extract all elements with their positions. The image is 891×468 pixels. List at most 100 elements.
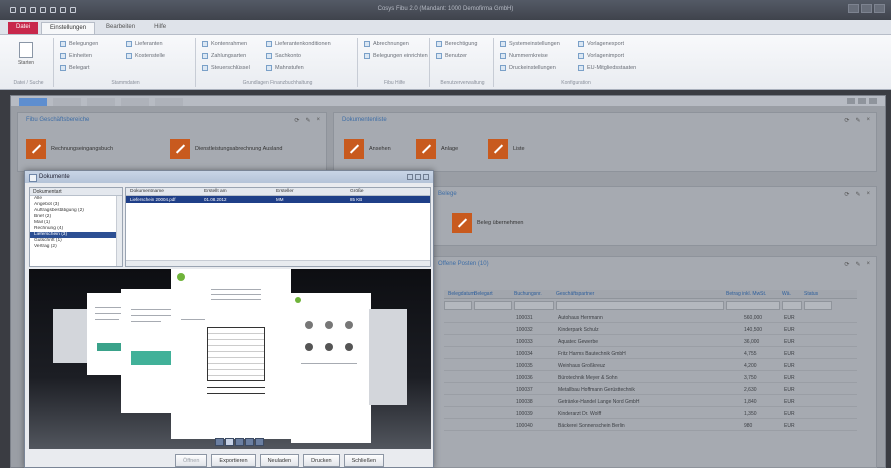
col-header[interactable]: Wä. xyxy=(782,291,791,297)
ribbon-item[interactable]: Mahnstufen xyxy=(266,65,304,71)
close-icon[interactable]: × xyxy=(866,117,870,124)
col-header[interactable]: Belegart xyxy=(474,291,493,297)
pin-icon[interactable]: ✎ xyxy=(855,191,860,198)
col-header[interactable]: Betrag inkl. MwSt. xyxy=(726,291,766,297)
ribbon-item[interactable]: EU-Mitgliedsstaaten xyxy=(578,65,636,71)
ribbon-item[interactable]: Belegart xyxy=(60,65,90,71)
ribbon-item[interactable]: Steuerschlüssel xyxy=(202,65,250,71)
preview-page[interactable] xyxy=(369,309,407,405)
filter-input[interactable] xyxy=(474,301,512,310)
ribbon-item[interactable]: Einheiten xyxy=(60,53,92,59)
pager-page[interactable] xyxy=(245,438,254,446)
close-window-button[interactable] xyxy=(874,4,885,13)
col-header[interactable]: Dokumentname xyxy=(130,189,164,194)
list-scrollbar[interactable] xyxy=(126,260,430,266)
dialog-maximize-button[interactable] xyxy=(415,174,421,180)
refresh-icon[interactable]: ⟳ xyxy=(844,191,849,198)
doc-tab[interactable] xyxy=(121,98,149,106)
refresh-icon[interactable]: ⟳ xyxy=(294,117,299,124)
col-header[interactable]: Buchungsnr. xyxy=(514,291,542,297)
col-header[interactable]: Geschäftspartner xyxy=(556,291,594,297)
ws-close-button[interactable] xyxy=(869,98,877,104)
col-header[interactable]: Erstellt am xyxy=(204,189,227,194)
ribbon-item[interactable]: Vorlagenimport xyxy=(578,53,624,59)
tile-view[interactable]: Ansehen xyxy=(344,139,391,159)
ribbon-item[interactable]: Berechtigung xyxy=(436,41,477,47)
filter-input[interactable] xyxy=(804,301,832,310)
close-icon[interactable]: × xyxy=(866,261,870,268)
table-row[interactable]: 100036 Bürotechnik Meyer & Sohn 3,750 EUR xyxy=(444,372,857,383)
tab-settings[interactable]: Einstellungen xyxy=(41,22,96,34)
col-header[interactable]: Status xyxy=(804,291,818,297)
tile-service-billing[interactable]: Dienstleistungsabrechnung Ausland xyxy=(170,139,282,159)
table-row[interactable]: 100037 Metallbau Hoffmann Gerüsttechnik 2,… xyxy=(444,384,857,395)
doc-tab[interactable] xyxy=(53,98,81,106)
table-row[interactable]: 100033 Aquatec Gewerbe 36,000 EUR xyxy=(444,336,857,347)
pin-icon[interactable]: ✎ xyxy=(855,261,860,268)
doc-tab[interactable] xyxy=(155,98,183,106)
ribbon-item[interactable]: Benutzer xyxy=(436,53,467,59)
col-header[interactable]: Belegdatum xyxy=(448,291,475,297)
filter-input[interactable] xyxy=(782,301,802,310)
dialog-close-button[interactable] xyxy=(423,174,429,180)
ribbon-item[interactable]: Zahlungsarten xyxy=(202,53,246,59)
ribbon-item[interactable]: Systemeinstellungen xyxy=(500,41,560,47)
list-row-selected[interactable]: Lieferschein 20004.pdf 01.08.2012 MM 85 … xyxy=(126,196,430,203)
table-row[interactable]: 100035 Weinhaus Großkreuz 4,200 EUR xyxy=(444,360,857,371)
table-row[interactable]: 100032 Kinderpark Schulz 140,500 EUR xyxy=(444,324,857,335)
ribbon-item[interactable]: Belegungen einrichten xyxy=(364,53,428,59)
ribbon-item[interactable]: Abrechnungen xyxy=(364,41,409,47)
filter-input[interactable] xyxy=(444,301,472,310)
ws-minimize-button[interactable] xyxy=(847,98,855,104)
pager-page[interactable] xyxy=(235,438,244,446)
tree-scrollbar[interactable] xyxy=(116,196,122,266)
ribbon-item[interactable]: Lieferanten xyxy=(126,41,163,47)
close-icon[interactable]: × xyxy=(866,191,870,198)
filter-input[interactable] xyxy=(726,301,780,310)
doc-tab[interactable] xyxy=(87,98,115,106)
filter-input[interactable] xyxy=(514,301,554,310)
minimize-button[interactable] xyxy=(848,4,859,13)
table-row[interactable]: 100040 Bäckerei Sonnenschein Berlin 980 EUR xyxy=(444,420,857,431)
preview-page-current[interactable] xyxy=(171,269,291,439)
col-header[interactable]: Ersteller xyxy=(276,189,294,194)
pin-icon[interactable]: ✎ xyxy=(305,117,310,124)
close-icon[interactable]: × xyxy=(316,117,320,124)
tile-accept-document[interactable]: Beleg übernehmen xyxy=(452,213,523,233)
start-button[interactable]: Starten xyxy=(16,42,36,66)
close-button[interactable]: Schließen xyxy=(343,454,385,467)
col-header[interactable]: Größe xyxy=(350,189,364,194)
ribbon-item[interactable]: Kontenrahmen xyxy=(202,41,247,47)
ribbon-item[interactable]: Sachkonto xyxy=(266,53,301,59)
tab-file[interactable]: Datei xyxy=(8,22,39,34)
table-row[interactable]: 100034 Fritz Harms Bautechnik GmbH 4,755 EU… xyxy=(444,348,857,359)
tree-item[interactable]: Vertrag (2) xyxy=(30,244,122,250)
ribbon-item[interactable]: Kostenstelle xyxy=(126,53,165,59)
tile-incoming-invoices[interactable]: Rechnungseingangsbuch xyxy=(26,139,113,159)
tile-attachment[interactable]: Anlage xyxy=(416,139,458,159)
tile-list[interactable]: Liste xyxy=(488,139,525,159)
pin-icon[interactable]: ✎ xyxy=(855,117,860,124)
table-row[interactable]: 100039 Kinderarzt Dr. Wolff 1,350 EUR xyxy=(444,408,857,419)
ribbon-item[interactable]: Vorlagenexport xyxy=(578,41,624,47)
open-button[interactable]: Öffnen xyxy=(175,454,208,467)
tab-edit[interactable]: Bearbeiten xyxy=(98,22,143,34)
pager-prev[interactable] xyxy=(215,438,224,446)
filter-input[interactable] xyxy=(556,301,724,310)
pager-next[interactable] xyxy=(255,438,264,446)
ribbon-item[interactable]: Druckeinstellungen xyxy=(500,65,556,71)
preview-page[interactable] xyxy=(53,309,89,363)
ribbon-item[interactable]: Belegungen xyxy=(60,41,98,47)
ws-restore-button[interactable] xyxy=(858,98,866,104)
tab-help[interactable]: Hilfe xyxy=(146,22,174,34)
pager-page[interactable] xyxy=(225,438,234,446)
table-row[interactable]: 100031 Autohaus Herrmann 560,000 EUR xyxy=(444,312,857,323)
doc-tab-active[interactable] xyxy=(19,98,47,106)
ribbon-item[interactable]: Lieferantenkonditionen xyxy=(266,41,331,47)
refresh-icon[interactable]: ⟳ xyxy=(844,117,849,124)
ribbon-item[interactable]: Nummernkreise xyxy=(500,53,548,59)
table-row[interactable]: 100038 Getränke-Handel Lange Nord GmbH 1,8… xyxy=(444,396,857,407)
preview-page[interactable] xyxy=(291,293,371,443)
dialog-minimize-button[interactable] xyxy=(407,174,413,180)
maximize-button[interactable] xyxy=(861,4,872,13)
